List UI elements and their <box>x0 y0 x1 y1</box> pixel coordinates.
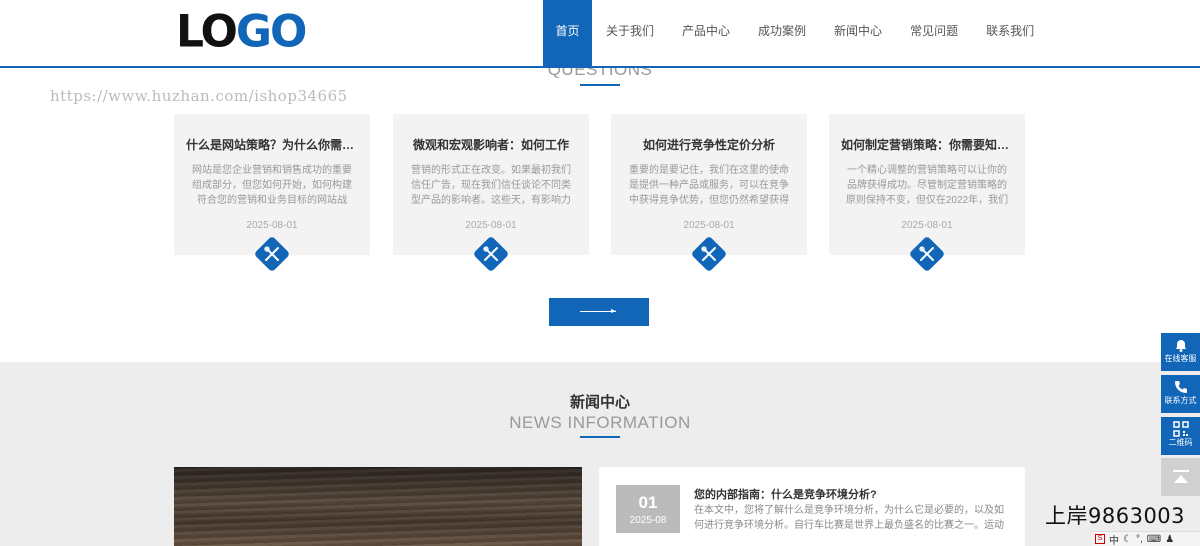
news-featured-desc: 在本文中，您将了解什么是竞争环境分析，为什么它是必要的，以及如何进行竞争环境分析… <box>694 505 1004 531</box>
news-date-day: 01 <box>638 493 658 512</box>
ime-taskbar: S 中 ☾ °, ⌨ ♟ <box>1092 531 1200 546</box>
qrcode-icon <box>1172 421 1189 437</box>
tools-icon <box>690 235 728 273</box>
side-online-service-button[interactable]: 在线客服 <box>1161 333 1200 371</box>
news-underline <box>580 436 620 438</box>
question-card-desc: 网站是您企业营销和销售成功的重要组成部分，但您如何开始，如何构建符合您的营销和业… <box>192 165 352 206</box>
side-label: 在线客服 <box>1164 354 1197 363</box>
question-card[interactable]: 如何进行竞争性定价分析 重要的是要记住，我们在这里的使命是提供一种产品或服务，可… <box>611 114 807 273</box>
tools-icon <box>908 235 946 273</box>
nav-item-products[interactable]: 产品中心 <box>668 0 744 66</box>
arrow-right-icon <box>580 309 616 313</box>
side-label: 联系方式 <box>1164 396 1197 405</box>
nav-item-news[interactable]: 新闻中心 <box>820 0 896 66</box>
user-icon[interactable]: ♟ <box>1165 534 1174 545</box>
nav-item-cases[interactable]: 成功案例 <box>744 0 820 66</box>
news-featured-image[interactable] <box>174 467 582 546</box>
question-card[interactable]: 微观和宏观影响者：如何工作 营销的形式正在改变。如果最初我们信任广告，现在我们信… <box>393 114 589 273</box>
nav-item-about[interactable]: 关于我们 <box>592 0 668 66</box>
question-card-date: 2025-08-01 <box>246 220 298 231</box>
question-card-date: 2025-08-01 <box>683 220 735 231</box>
question-card[interactable]: 什么是网站策略？为什么你需要... 网站是您企业营销和销售成功的重要组成部分，但… <box>174 114 370 273</box>
question-card-title[interactable]: 如何制定营销策略：你需要知道... <box>829 136 1025 153</box>
moon-icon[interactable]: ☾ <box>1123 534 1132 545</box>
question-card[interactable]: 如何制定营销策略：你需要知道... 一个精心调整的营销策略可以让你的品牌获得成功… <box>829 114 1025 273</box>
more-questions-button[interactable] <box>549 298 649 326</box>
main-nav: 首页 关于我们 产品中心 成功案例 新闻中心 常见问题 联系我们 <box>543 0 1048 66</box>
question-card-title[interactable]: 什么是网站策略？为什么你需要... <box>174 136 370 153</box>
overlay-contact-text: 上岸9863003 <box>1045 504 1186 528</box>
punctuation-icon[interactable]: °, <box>1136 534 1143 545</box>
keyboard-icon[interactable]: ⌨ <box>1147 534 1161 545</box>
question-card-desc: 一个精心调整的营销策略可以让你的品牌获得成功。尽管制定营销策略的原则保持不变，但… <box>845 165 1009 206</box>
question-card-date: 2025-08-01 <box>465 220 517 231</box>
nav-item-home[interactable]: 首页 <box>543 0 592 66</box>
bell-icon <box>1175 340 1186 352</box>
site-header: LO GO 首页 关于我们 产品中心 成功案例 新闻中心 常见问题 联系我们 <box>0 0 1200 66</box>
nav-item-contact[interactable]: 联系我们 <box>972 0 1048 66</box>
site-logo[interactable]: LO GO <box>176 5 308 58</box>
ime-language[interactable]: 中 <box>1109 532 1119 546</box>
tools-icon <box>472 235 510 273</box>
news-date-year-month: 2025-08 <box>629 515 667 526</box>
side-qrcode-button[interactable]: 二维码 <box>1161 417 1200 455</box>
question-card-desc: 营销的形式正在改变。如果最初我们信任广告，现在我们信任谈论不同类型产品的影响者。… <box>411 165 571 206</box>
side-label: 二维码 <box>1168 438 1193 447</box>
arrow-up-icon <box>1174 475 1188 483</box>
questions-underline <box>580 84 620 86</box>
question-card-date: 2025-08-01 <box>901 220 953 231</box>
news-subtitle: NEWS INFORMATION <box>509 413 691 432</box>
side-contact-button[interactable]: 联系方式 <box>1161 375 1200 413</box>
back-to-top-bar <box>1173 470 1189 472</box>
news-title: 新闻中心 <box>569 394 630 411</box>
question-card-title[interactable]: 微观和宏观影响者：如何工作 <box>393 136 589 153</box>
tools-icon <box>253 235 291 273</box>
nav-item-faq[interactable]: 常见问题 <box>896 0 972 66</box>
question-card-title[interactable]: 如何进行竞争性定价分析 <box>611 136 807 153</box>
news-date-box: 01 2025-08 <box>616 485 680 533</box>
back-to-top-button[interactable] <box>1161 458 1200 496</box>
logo-text-left: LO <box>176 5 238 58</box>
logo-text-right: GO <box>235 5 308 58</box>
question-card-desc: 重要的是要记住，我们在这里的使命是提供一种产品或服务，可以在竞争中获得竞争优势，… <box>629 165 789 206</box>
phone-icon <box>1174 381 1187 393</box>
watermark-url: https://www.huzhan.com/ishop34665 <box>50 87 348 105</box>
news-featured-card[interactable]: 01 2025-08 您的内部指南：什么是竞争环境分析? 在本文中，您将了解什么… <box>599 467 1025 546</box>
ime-logo-icon[interactable]: S <box>1095 534 1105 544</box>
header-divider <box>0 66 1200 68</box>
news-featured-title[interactable]: 您的内部指南：什么是竞争环境分析? <box>694 486 877 502</box>
